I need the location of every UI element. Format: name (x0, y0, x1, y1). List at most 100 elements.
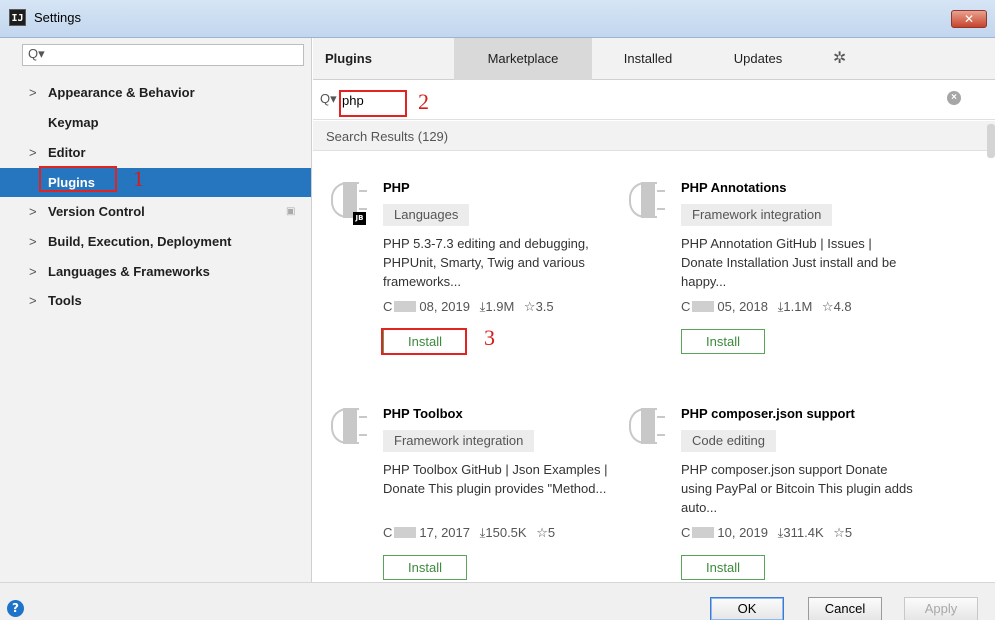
ok-button[interactable]: OK (710, 597, 784, 620)
install-button[interactable]: Install (681, 329, 765, 354)
plugin-icon (625, 178, 665, 222)
plugin-name[interactable]: PHP Annotations (681, 180, 786, 195)
project-scope-icon: ▣ (286, 206, 296, 217)
tab-bar: Plugins Marketplace Installed Updates ✲ (313, 38, 995, 80)
plugin-downloads: 311.4K (783, 525, 824, 540)
chevron-right-icon: > (29, 204, 37, 219)
plugin-description: PHP composer.json support Donate using P… (681, 462, 913, 515)
plugin-stats: C 05, 2018 ⤓1.1M ☆4.8 (681, 299, 852, 315)
plugin-card-php-annotations[interactable]: PHP Annotations Framework integration PH… (625, 178, 925, 378)
chevron-right-icon: > (29, 85, 37, 100)
plugin-downloads: 150.5K (485, 525, 527, 540)
sidebar-item-keymap[interactable]: Keymap (0, 108, 311, 137)
sidebar-item-version-control[interactable]: > Version Control ▣ (0, 197, 311, 226)
chevron-right-icon: > (29, 234, 37, 249)
star-icon: ☆ (523, 299, 536, 314)
install-button[interactable]: Install (681, 555, 765, 580)
plugin-rating: 3.5 (535, 299, 554, 314)
plugin-rating: 4.8 (833, 299, 852, 314)
help-icon[interactable]: ? (7, 600, 24, 617)
gear-icon[interactable]: ✲ (833, 48, 846, 68)
plugin-date: 05, 2018 (717, 299, 768, 314)
sidebar-item-editor[interactable]: > Editor (0, 138, 311, 167)
sidebar-item-languages[interactable]: > Languages & Frameworks (0, 257, 311, 286)
plugin-card-php-toolbox[interactable]: PHP Toolbox Framework integration PHP To… (327, 404, 627, 604)
sidebar-item-label: Editor (48, 145, 86, 160)
plugin-rating: 5 (844, 525, 853, 540)
plugin-category-tag: Framework integration (681, 204, 833, 226)
plugin-description: PHP Toolbox GitHub | Json Examples | Don… (383, 462, 608, 496)
annotation-step-2: 2 (418, 89, 429, 114)
title-bar: IJ Settings ✕ (0, 0, 995, 38)
plugin-date: 10, 2019 (717, 525, 768, 540)
tab-updates[interactable]: Updates (713, 38, 803, 80)
updated-icon: C (681, 525, 691, 540)
annotation-step-3: 3 (484, 325, 495, 350)
chevron-right-icon: > (29, 293, 37, 308)
sidebar-item-label: Build, Execution, Deployment (48, 234, 232, 249)
plugin-category-tag: Framework integration (383, 430, 535, 452)
annotation-box-plugins (39, 166, 117, 192)
search-icon: Q▾ (320, 91, 337, 106)
sidebar-item-label: Keymap (48, 115, 99, 130)
plugin-downloads: 1.1M (783, 299, 813, 314)
plugin-stats: C 10, 2019 ⤓311.4K ☆5 (681, 525, 852, 541)
updated-icon: C (681, 299, 691, 314)
scrollbar-thumb[interactable] (987, 124, 995, 158)
tab-marketplace[interactable]: Marketplace (454, 38, 592, 80)
plugin-name[interactable]: PHP composer.json support (681, 406, 855, 421)
cancel-button[interactable]: Cancel (808, 597, 882, 620)
updated-icon: C (383, 299, 393, 314)
annotation-box-install (381, 328, 467, 355)
plugin-stats: C 17, 2017 ⤓150.5K ☆5 (383, 525, 555, 541)
results-count-label: Search Results (129) (326, 129, 449, 144)
jetbrains-badge-icon: JB (353, 212, 366, 225)
chevron-right-icon: > (29, 145, 37, 160)
panel-title: Plugins (325, 51, 372, 66)
apply-button[interactable]: Apply (904, 597, 978, 620)
sidebar-item-build[interactable]: > Build, Execution, Deployment (0, 227, 311, 256)
sidebar-item-tools[interactable]: > Tools (0, 286, 311, 315)
star-icon: ☆ (821, 299, 834, 314)
star-icon: ☆ (536, 525, 548, 540)
settings-sidebar: Q▾ > Appearance & Behavior Keymap > Edit… (0, 38, 312, 582)
annotation-box-search (339, 90, 407, 117)
sidebar-search-input[interactable]: Q▾ (22, 44, 304, 66)
sidebar-item-label: Appearance & Behavior (48, 85, 195, 100)
sidebar-item-label: Version Control (48, 204, 145, 219)
sidebar-item-label: Languages & Frameworks (48, 264, 210, 279)
plugin-name[interactable]: PHP Toolbox (383, 406, 463, 421)
clear-search-icon[interactable]: × (947, 91, 961, 105)
install-button[interactable]: Install (383, 555, 467, 580)
annotation-step-1: 1 (133, 166, 144, 191)
results-header: Search Results (129) (313, 121, 995, 151)
plugin-date: 17, 2017 (419, 525, 470, 540)
plugins-panel: Plugins Marketplace Installed Updates ✲ … (313, 38, 995, 582)
updated-icon: C (383, 525, 393, 540)
plugin-icon: JB (327, 178, 367, 225)
star-icon: ☆ (833, 525, 845, 540)
tab-installed[interactable]: Installed (603, 38, 693, 80)
window-title: Settings (34, 10, 81, 25)
plugin-date: 08, 2019 (419, 299, 470, 314)
dialog-footer: ? OK Cancel Apply (0, 582, 995, 620)
plugin-downloads: 1.9M (485, 299, 515, 314)
plugin-icon (625, 404, 665, 448)
search-icon: Q▾ (28, 46, 45, 61)
plugin-name[interactable]: PHP (383, 180, 410, 195)
plugin-icon (327, 404, 367, 448)
sidebar-item-appearance[interactable]: > Appearance & Behavior (0, 78, 311, 107)
plugin-search-row: Q▾ × (313, 80, 995, 120)
plugin-description: PHP 5.3-7.3 editing and debugging, PHPUn… (383, 236, 589, 289)
plugin-card-php[interactable]: JB PHP Languages PHP 5.3-7.3 editing and… (327, 178, 627, 378)
chevron-right-icon: > (29, 264, 37, 279)
close-button[interactable]: ✕ (951, 10, 987, 28)
plugin-category-tag: Languages (383, 204, 470, 226)
plugin-card-php-composer[interactable]: PHP composer.json support Code editing P… (625, 404, 925, 604)
plugin-stats: C 08, 2019 ⤓1.9M ☆3.5 (383, 299, 554, 315)
app-icon: IJ (9, 9, 26, 26)
plugin-category-tag: Code editing (681, 430, 776, 452)
plugin-rating: 5 (547, 525, 556, 540)
plugin-description: PHP Annotation GitHub | Issues | Donate … (681, 236, 897, 289)
sidebar-item-label: Tools (48, 293, 82, 308)
